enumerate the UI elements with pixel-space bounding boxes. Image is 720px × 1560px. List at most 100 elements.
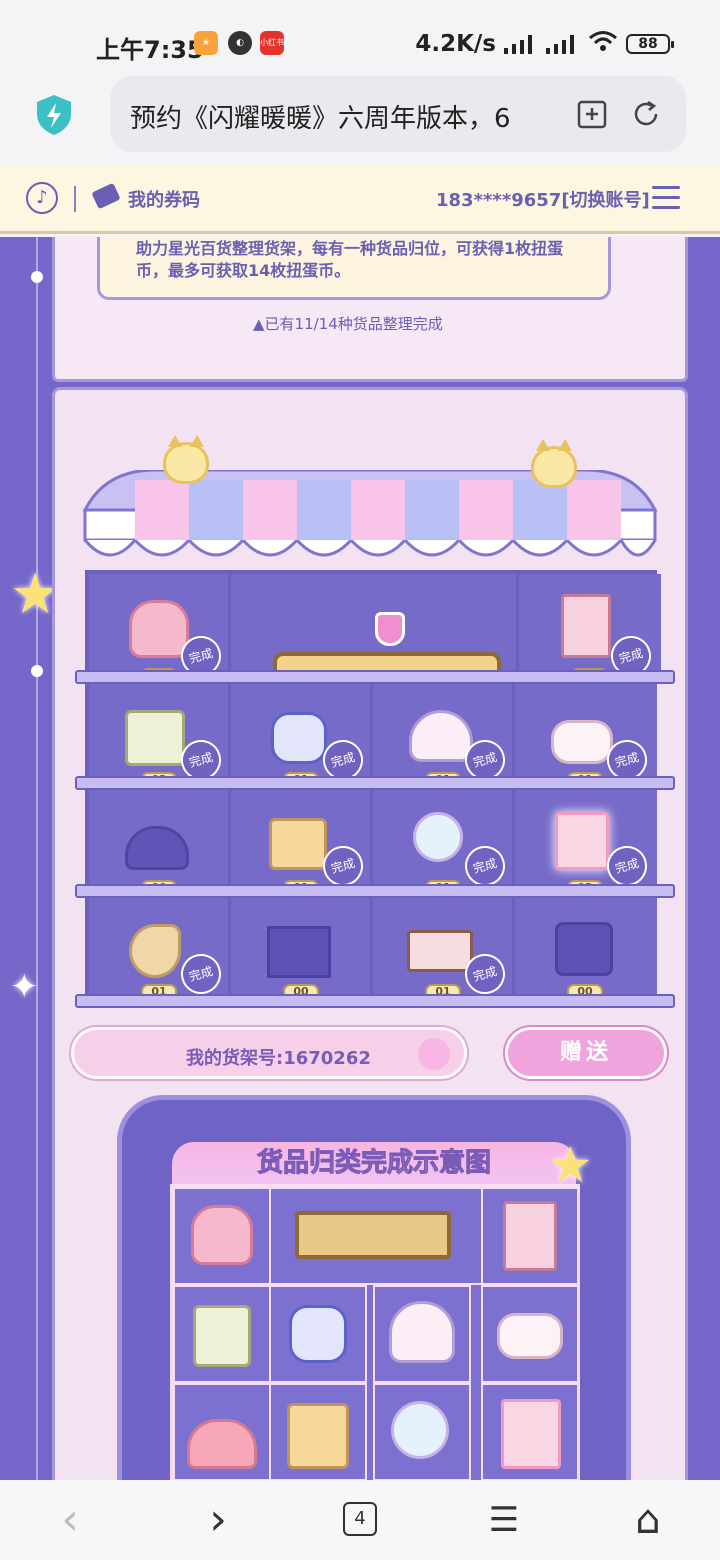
switch-account-link[interactable]: 183****9657[切换账号] [436,186,650,212]
copy-icon[interactable] [418,1038,450,1070]
pointer-icon [375,612,405,646]
cat-ornament-icon [531,439,577,488]
status-right: 4.2K/s 88 [415,30,674,58]
done-badge: 完成 [176,949,226,999]
shelf-slot[interactable]: 00 [89,790,231,898]
info-panel: 助力星光百货整理货架，每有一种货品归位，可获得1枚扭蛋币，最多可获取14枚扭蛋币… [52,237,688,382]
bunny-backpack-icon [129,600,189,658]
flower-basket-icon [193,1305,251,1367]
decor-dot [31,665,43,677]
shield-icon[interactable] [34,94,74,136]
shelf-slot[interactable]: 00 [231,898,373,1006]
status-time: 上午7:35 [96,36,204,64]
diagram-slot [269,1285,367,1383]
completion-diagram: 货品归类完成示意图 ★ [117,1095,631,1480]
decor-rail [36,237,38,1480]
shelf-plank [75,776,675,790]
shell-box-icon [409,710,473,762]
page-title[interactable]: 预约《闪耀暖暖》六周年版本，6 [130,98,510,135]
shelf-slot[interactable]: 完成 01 [373,790,515,898]
forward-button[interactable]: › [194,1498,242,1542]
diagram-slot [173,1187,271,1285]
browser-nav-bar: ‹ › 4 ☰ ⌂ [0,1480,720,1560]
shelf-plank [75,670,675,684]
diagram-slot [373,1383,471,1480]
info-box: 助力星光百货整理货架，每有一种货品归位，可获得1枚扭蛋币，最多可获取14枚扭蛋币… [97,237,611,300]
awning [82,470,658,557]
net-speed: 4.2K/s [415,31,496,57]
diagram-slot [481,1285,579,1383]
signal-icon [504,34,538,54]
flower-basket-icon [125,710,185,766]
crystal-ball-icon [391,1401,449,1459]
shelf-slot[interactable]: 完成 01 [231,790,373,898]
shelf-id-field[interactable]: 我的货架号:1670262 [71,1027,467,1079]
shelf-slot[interactable]: 完成 02 [515,790,657,898]
diagram-grid [170,1184,580,1480]
nikki-box-icon [267,926,331,978]
shelf-slot[interactable]: 00 [515,898,657,1006]
ticket-icon[interactable] [91,182,121,210]
diagram-title: 货品归类完成示意图 [172,1142,576,1186]
bunny-cup-icon [551,720,613,764]
menu-button[interactable]: ☰ [480,1498,528,1542]
crystal-ball-icon [413,812,463,862]
shelf-slot[interactable]: 完成 02 [89,574,231,684]
xiaohongshu-icon: 小红书 [260,31,284,55]
perfume-bottle-icon [289,1305,347,1363]
milk-carton-icon [501,1399,561,1469]
app-notification-icon: ★ [194,31,218,55]
event-page: ★ ✦ 助力星光百货整理货架，每有一种货品归位，可获得1枚扭蛋币，最多可获取14… [0,237,720,1480]
photo-album-icon [561,594,611,658]
perfume-bottle-icon [271,712,327,764]
music-icon[interactable]: ♪ [26,182,58,214]
page-header: ♪ 我的券码 183****9657[切换账号] [0,166,720,234]
shell-box-icon [389,1301,455,1363]
event-description: 助力星光百货整理货架，每有一种货品归位，可获得1枚扭蛋币，最多可获取14枚扭蛋币… [136,239,564,280]
browser-url-bar: 预约《闪耀暖暖》六周年版本，6 [0,70,720,166]
diagram-slot [269,1383,367,1480]
diagram-slot [269,1187,483,1285]
moon-pillow-icon [129,924,181,978]
decor-dot [31,271,43,283]
address-field[interactable]: 预约《闪耀暖暖》六周年版本，6 [110,76,686,152]
shelf-plank [75,994,675,1008]
add-tab-icon[interactable] [576,98,608,130]
signal-icon [546,34,580,54]
app-notification-icon: ◐ [228,31,252,55]
milk-carton-icon [555,812,609,870]
diagram-slot [373,1285,471,1383]
cat-hat-icon [187,1419,257,1469]
diagram-slot [481,1383,579,1480]
camera-icon [555,922,613,976]
tabs-button[interactable]: 4 [343,1502,377,1536]
back-button[interactable]: ‹ [46,1498,94,1542]
divider [74,186,76,212]
shelf-id: 我的货架号:1670262 [186,1048,371,1069]
shelf-grid: 完成 02 完成 01 玩法说明 完成 02 完成 01 [75,570,675,1008]
my-codes-link[interactable]: 我的券码 [128,186,200,212]
cat-ornament-icon [163,435,209,484]
bunny-backpack-icon [191,1205,253,1265]
shelf-slot[interactable]: 完成 01 [89,898,231,1006]
menu-icon[interactable] [652,186,680,210]
progress-text: ▲已有11/14种货品整理完成 [253,315,443,333]
diagram-slot [173,1285,271,1383]
home-button[interactable]: ⌂ [624,1498,672,1542]
wifi-icon [588,30,618,58]
battery-icon: 88 [626,34,674,54]
sparkle-icon: ✦ [10,967,39,1007]
photo-album-icon [503,1201,557,1271]
suitcase-icon [269,818,327,870]
bunny-cup-icon [497,1313,563,1359]
shelf-panel: 完成 02 完成 01 玩法说明 完成 02 完成 01 [52,387,688,1480]
suitcase-icon [287,1403,349,1469]
gift-button[interactable]: 赠送 [505,1027,667,1079]
diagram-slot [481,1187,579,1285]
shelf-plank [75,884,675,898]
sign-icon [295,1211,451,1259]
cake-slice-icon [407,930,473,972]
shelf-slot[interactable]: 完成 01 [519,574,661,684]
shelf-slot[interactable]: 完成 01 [373,898,515,1006]
refresh-icon[interactable] [630,98,662,130]
